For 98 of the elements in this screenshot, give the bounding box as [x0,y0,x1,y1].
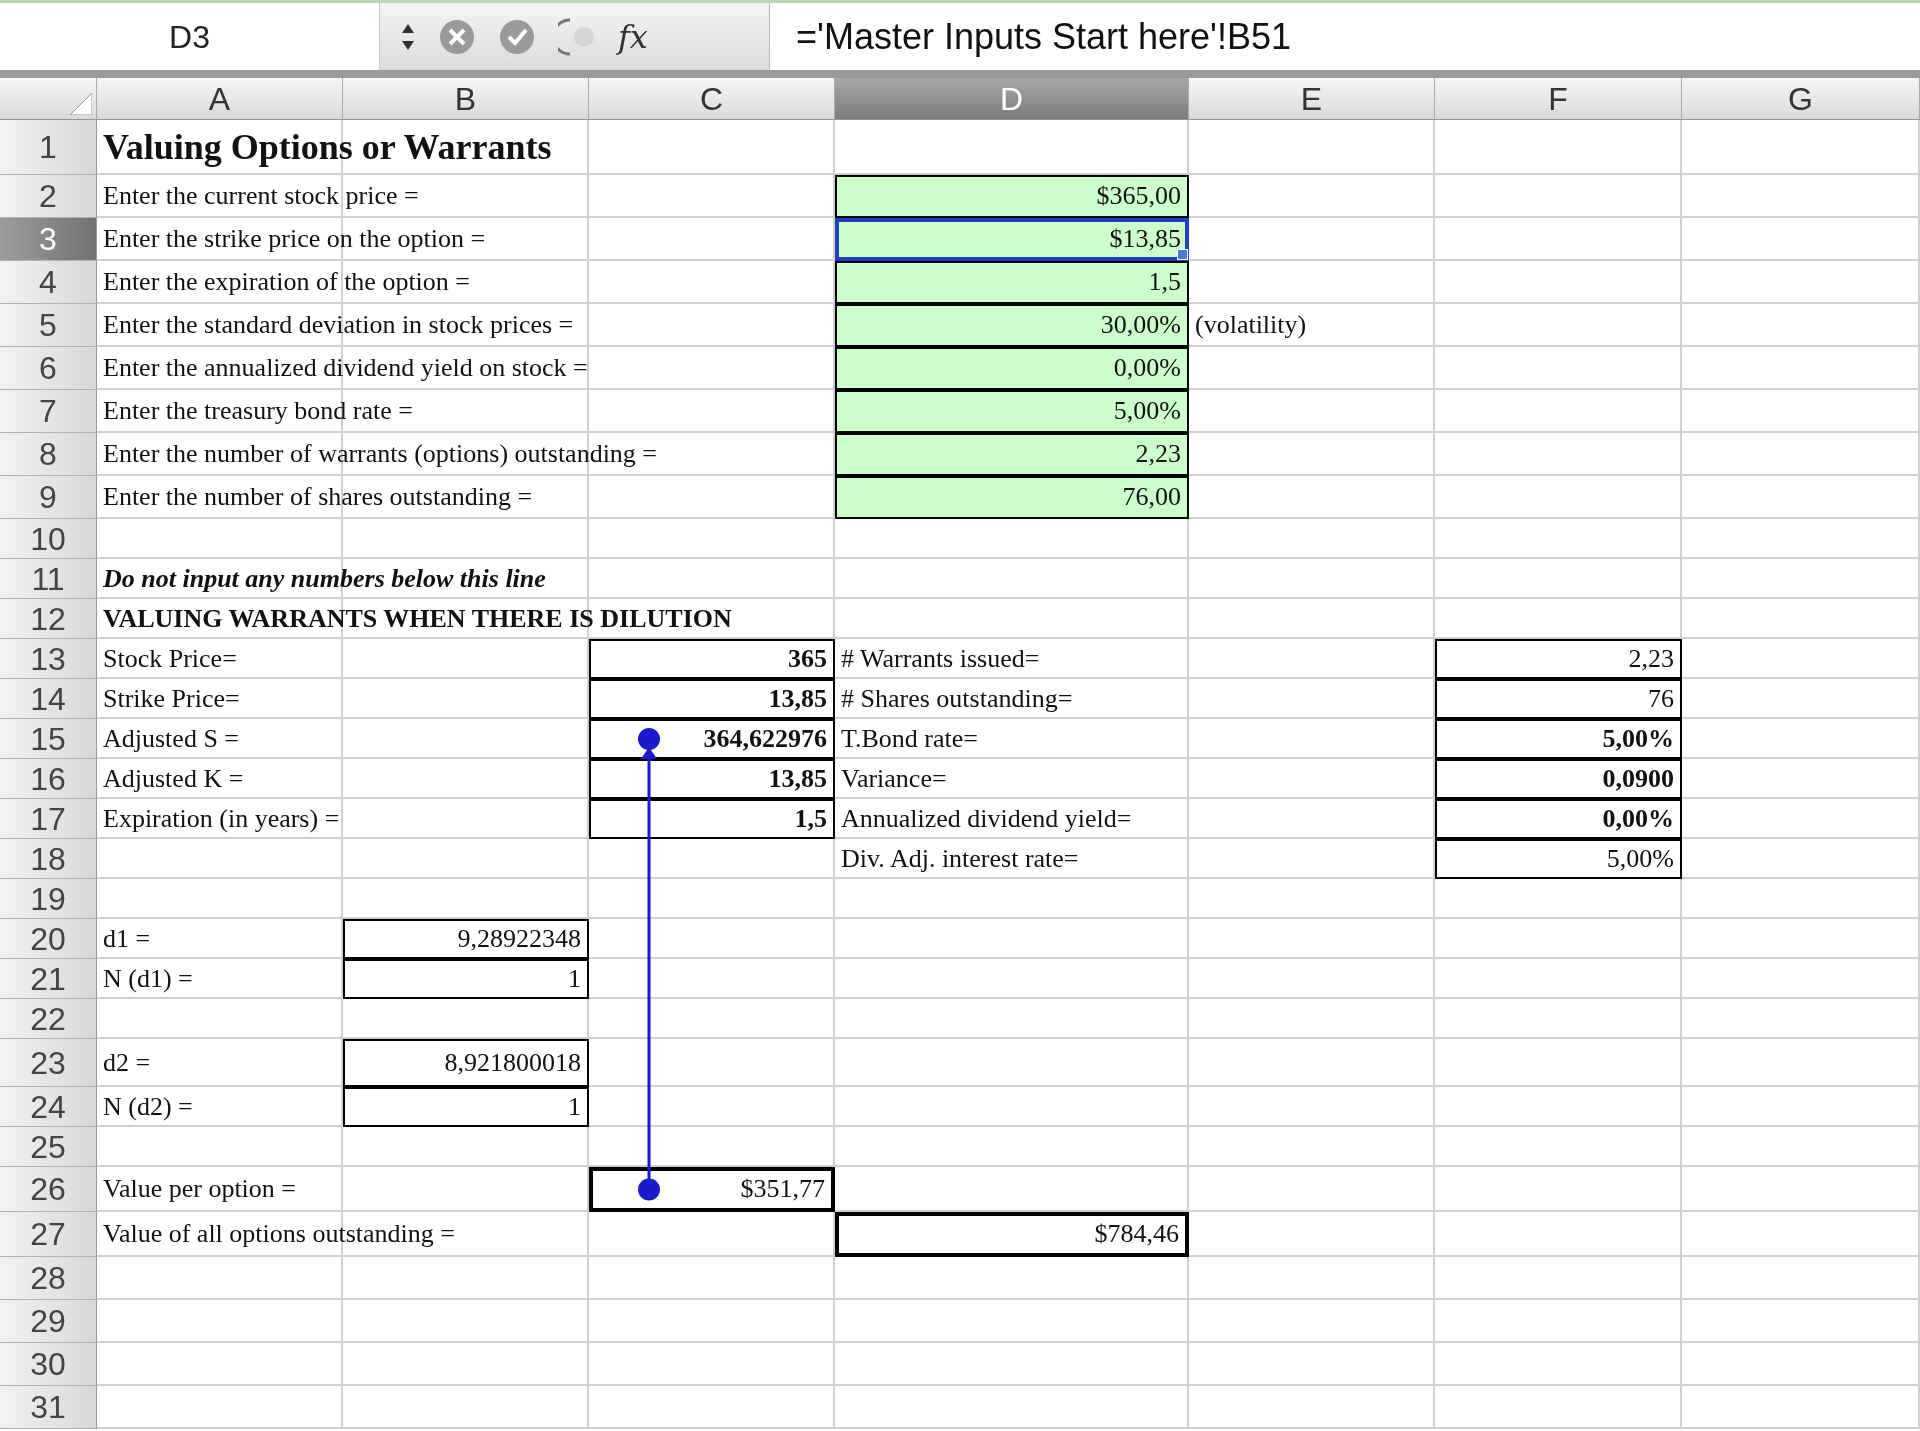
row-header[interactable]: 28 [0,1257,97,1300]
spreadsheet-cell[interactable]: Do not input any numbers below this line [97,559,1920,599]
spreadsheet-cell[interactable]: 5,00% [835,390,1189,433]
column-header[interactable]: A [97,78,343,120]
spreadsheet-cell[interactable]: Variance= [835,759,1435,799]
spreadsheet-cell[interactable]: 1 [343,1087,589,1127]
row-header[interactable]: 14 [0,679,97,719]
row-header[interactable]: 8 [0,433,97,476]
spreadsheet-cell[interactable]: # Warrants issued= [835,639,1435,679]
row-header[interactable]: 20 [0,919,97,959]
spreadsheet-cell[interactable]: 13,85 [589,679,835,719]
row-header[interactable]: 18 [0,839,97,879]
spreadsheet-cell[interactable]: 365 [589,639,835,679]
spreadsheet-cell[interactable]: 1,5 [589,799,835,839]
row-header[interactable]: 12 [0,599,97,639]
spreadsheet-cell[interactable]: 2,23 [835,433,1189,476]
spreadsheet-cell[interactable]: Value per option = [97,1167,589,1212]
spreadsheet-cell[interactable]: Enter the standard deviation in stock prices = [97,304,835,347]
row-header[interactable]: 5 [0,304,97,347]
spreadsheet-cell[interactable]: Expiration (in years) = [97,799,589,839]
spreadsheet-cell[interactable]: VALUING WARRANTS WHEN THERE IS DILUTION [97,599,1920,639]
spreadsheet-cell[interactable]: 30,00% [835,304,1189,347]
spreadsheet-cell[interactable]: N (d1) = [97,959,343,999]
spreadsheet-cell[interactable]: Enter the expiration of the option = [97,261,835,304]
spreadsheet-cell[interactable]: Annualized dividend yield= [835,799,1435,839]
column-header[interactable]: F [1435,78,1682,120]
spreadsheet-cell[interactable]: (volatility) [1189,304,1920,347]
spreadsheet-cell[interactable]: 9,28922348 [343,919,589,959]
row-header[interactable]: 15 [0,719,97,759]
spreadsheet-cell[interactable]: d1 = [97,919,343,959]
spreadsheet-cell[interactable]: Enter the number of shares outstanding = [97,476,835,519]
spreadsheet-cell[interactable]: T.Bond rate= [835,719,1435,759]
spreadsheet-cell[interactable]: $784,46 [835,1212,1189,1257]
spreadsheet-cell[interactable]: Strike Price= [97,679,589,719]
spreadsheet-cell[interactable]: 1,5 [835,261,1189,304]
spreadsheet-cell[interactable]: Enter the strike price on the option = [97,218,835,261]
row-header[interactable]: 2 [0,175,97,218]
spreadsheet-cell[interactable]: 2,23 [1435,639,1682,679]
function-button[interactable]: fx [618,12,648,61]
spreadsheet-cell[interactable]: 0,00% [835,347,1189,390]
row-header[interactable]: 3 [0,218,97,261]
cancel-icon[interactable] [438,17,476,56]
spreadsheet-cell[interactable]: Valuing Options or Warrants [97,120,1920,175]
row-header[interactable]: 19 [0,879,97,919]
spreadsheet-cell[interactable]: 13,85 [589,759,835,799]
spreadsheet-cell[interactable]: 1 [343,959,589,999]
row-header[interactable]: 17 [0,799,97,839]
spreadsheet-cell[interactable]: Adjusted K = [97,759,589,799]
spreadsheet-cell[interactable]: Enter the current stock price = [97,175,835,218]
spreadsheet-cell[interactable]: Enter the treasury bond rate = [97,390,835,433]
row-header[interactable]: 10 [0,519,97,559]
spreadsheet-cell[interactable]: d2 = [97,1039,343,1087]
spreadsheet-cell[interactable]: Enter the annualized dividend yield on stock = [97,347,835,390]
column-header[interactable]: G [1682,78,1920,120]
spreadsheet-cell[interactable]: $365,00 [835,175,1189,218]
spreadsheet-cell[interactable]: Value of all options outstanding = [97,1212,835,1257]
row-header[interactable]: 7 [0,390,97,433]
spreadsheet-cell[interactable]: 364,622976 [589,719,835,759]
spreadsheet-cell[interactable]: # Shares outstanding= [835,679,1435,719]
function-wizard-icon[interactable] [558,16,596,57]
row-header[interactable]: 29 [0,1300,97,1343]
column-header[interactable]: E [1189,78,1435,120]
formula-field[interactable]: ='Master Inputs Start here'!B51 [770,3,1920,70]
row-header[interactable]: 23 [0,1039,97,1087]
spreadsheet-cell[interactable]: 5,00% [1435,839,1682,879]
check-icon[interactable] [498,17,536,56]
spreadsheet-cell[interactable]: 5,00% [1435,719,1682,759]
spreadsheet-cell[interactable]: 0,00% [1435,799,1682,839]
spreadsheet-cell[interactable]: 0,0900 [1435,759,1682,799]
row-header[interactable]: 4 [0,261,97,304]
row-header[interactable]: 16 [0,759,97,799]
spreadsheet-cell[interactable]: $351,77 [589,1167,835,1212]
spreadsheet-cell[interactable]: Enter the number of warrants (options) outstanding = [97,433,835,476]
spreadsheet-cell[interactable]: $13,85 [835,218,1189,261]
spreadsheet-cell[interactable]: 76 [1435,679,1682,719]
column-header[interactable]: B [343,78,589,120]
spreadsheet-cell[interactable]: 76,00 [835,476,1189,519]
row-header[interactable]: 1 [0,120,97,175]
spreadsheet-cell[interactable]: Div. Adj. interest rate= [835,839,1435,879]
row-header[interactable]: 30 [0,1343,97,1386]
row-header[interactable]: 13 [0,639,97,679]
column-header[interactable]: C [589,78,835,120]
row-header[interactable]: 31 [0,1386,97,1429]
row-header[interactable]: 26 [0,1167,97,1212]
spreadsheet-cell[interactable]: Stock Price= [97,639,589,679]
fill-handle[interactable] [1177,249,1188,260]
row-header[interactable]: 11 [0,559,97,599]
row-header[interactable]: 22 [0,999,97,1039]
row-header[interactable]: 21 [0,959,97,999]
row-header[interactable]: 6 [0,347,97,390]
row-header[interactable]: 25 [0,1127,97,1167]
spreadsheet-cell[interactable]: N (d2) = [97,1087,343,1127]
row-header[interactable]: 24 [0,1087,97,1127]
row-header[interactable]: 27 [0,1212,97,1257]
select-all-icon[interactable] [70,93,92,115]
row-header[interactable]: 9 [0,476,97,519]
spreadsheet-cell[interactable]: Adjusted S = [97,719,589,759]
spreadsheet-cell[interactable]: 8,921800018 [343,1039,589,1087]
